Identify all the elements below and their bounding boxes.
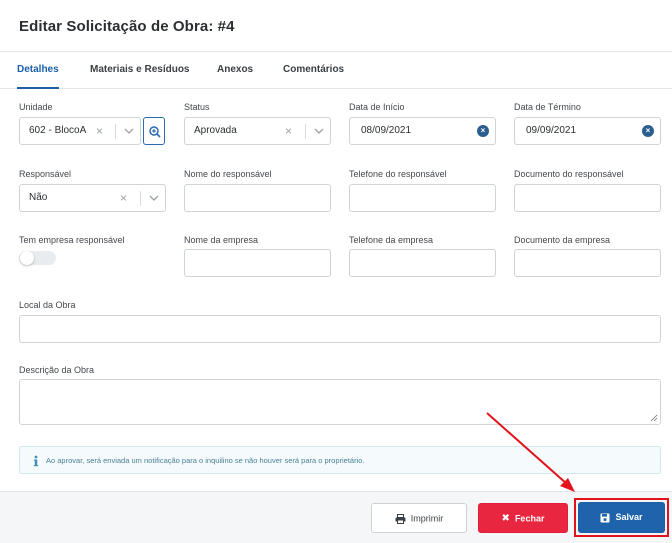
- local-obra-label: Local da Obra: [19, 300, 76, 310]
- chevron-down-icon[interactable]: [313, 126, 325, 136]
- tab-anexos[interactable]: Anexos: [217, 52, 253, 89]
- unidade-clear-icon[interactable]: ×: [96, 124, 103, 138]
- data-termino-label: Data de Término: [514, 102, 581, 112]
- chevron-down-icon[interactable]: [123, 126, 135, 136]
- status-select[interactable]: Aprovada ×: [184, 117, 331, 145]
- telefone-empresa-input[interactable]: [349, 249, 496, 277]
- tab-comentarios[interactable]: Comentários: [283, 52, 344, 89]
- unidade-value: 602 - BlocoA: [29, 125, 87, 136]
- info-alert: Ao aprovar, será enviada um notificação …: [19, 446, 661, 474]
- unidade-separator: [115, 124, 116, 139]
- telefone-responsavel-input[interactable]: [349, 184, 496, 212]
- clear-date-icon[interactable]: ×: [477, 125, 489, 137]
- unidade-label: Unidade: [19, 102, 53, 112]
- close-button[interactable]: ✖ Fechar: [478, 503, 568, 533]
- clear-date-icon[interactable]: ×: [642, 125, 654, 137]
- status-separator: [305, 124, 306, 139]
- responsavel-value: Não: [29, 192, 48, 203]
- alert-message: Ao aprovar, será enviada um notificação …: [46, 456, 365, 465]
- unidade-search-button[interactable]: [143, 117, 165, 145]
- info-icon: [33, 455, 39, 467]
- chevron-down-icon[interactable]: [148, 193, 160, 203]
- local-obra-input[interactable]: [19, 315, 661, 343]
- documento-empresa-input[interactable]: [514, 249, 661, 277]
- nome-empresa-input[interactable]: [184, 249, 331, 277]
- printer-icon: [395, 513, 406, 524]
- data-termino-value: 09/09/2021: [526, 125, 577, 136]
- nome-responsavel-input[interactable]: [184, 184, 331, 212]
- status-value: Aprovada: [194, 125, 237, 136]
- nome-empresa-label: Nome da empresa: [184, 235, 259, 245]
- status-clear-icon[interactable]: ×: [285, 124, 292, 138]
- toggle-knob: [20, 251, 34, 265]
- resize-grip-icon[interactable]: [650, 414, 658, 422]
- responsavel-select[interactable]: Não ×: [19, 184, 166, 212]
- close-button-label: Fechar: [514, 513, 545, 524]
- times-icon: ✖: [501, 512, 510, 524]
- responsavel-separator: [140, 191, 141, 206]
- data-inicio-label: Data de Início: [349, 102, 405, 112]
- tab-detalhes[interactable]: Detalhes: [17, 52, 59, 89]
- unidade-select[interactable]: 602 - BlocoA ×: [19, 117, 141, 145]
- telefone-responsavel-label: Telefone do responsável: [349, 169, 447, 179]
- status-label: Status: [184, 102, 210, 112]
- responsavel-label: Responsável: [19, 169, 72, 179]
- nome-responsavel-label: Nome do responsável: [184, 169, 272, 179]
- modal-footer: [0, 491, 672, 543]
- telefone-empresa-label: Telefone da empresa: [349, 235, 434, 245]
- data-inicio-value: 08/09/2021: [361, 125, 412, 136]
- modal-header: Editar Solicitação de Obra: #4: [0, 0, 672, 52]
- data-inicio-input[interactable]: 08/09/2021 ×: [349, 117, 496, 145]
- annotation-highlight-box: [574, 498, 669, 537]
- documento-empresa-label: Documento da empresa: [514, 235, 611, 245]
- edit-request-modal: Editar Solicitação de Obra: #4 Detalhes …: [0, 0, 672, 543]
- descricao-obra-textarea[interactable]: [19, 379, 661, 425]
- responsavel-clear-icon[interactable]: ×: [120, 191, 127, 205]
- tab-bar: Detalhes Materiais e Resíduos Anexos Com…: [0, 52, 672, 89]
- descricao-obra-label: Descrição da Obra: [19, 365, 95, 375]
- documento-responsavel-input[interactable]: [514, 184, 661, 212]
- print-button[interactable]: Imprimir: [371, 503, 467, 533]
- tem-empresa-toggle[interactable]: [19, 251, 56, 265]
- magnifier-plus-icon: [149, 126, 161, 138]
- tem-empresa-label: Tem empresa responsável: [19, 235, 125, 245]
- print-button-label: Imprimir: [410, 513, 444, 524]
- tab-materiais-residuos[interactable]: Materiais e Resíduos: [90, 52, 189, 89]
- data-termino-input[interactable]: 09/09/2021 ×: [514, 117, 661, 145]
- documento-responsavel-label: Documento do responsável: [514, 169, 624, 179]
- modal-title: Editar Solicitação de Obra: #4: [19, 18, 235, 35]
